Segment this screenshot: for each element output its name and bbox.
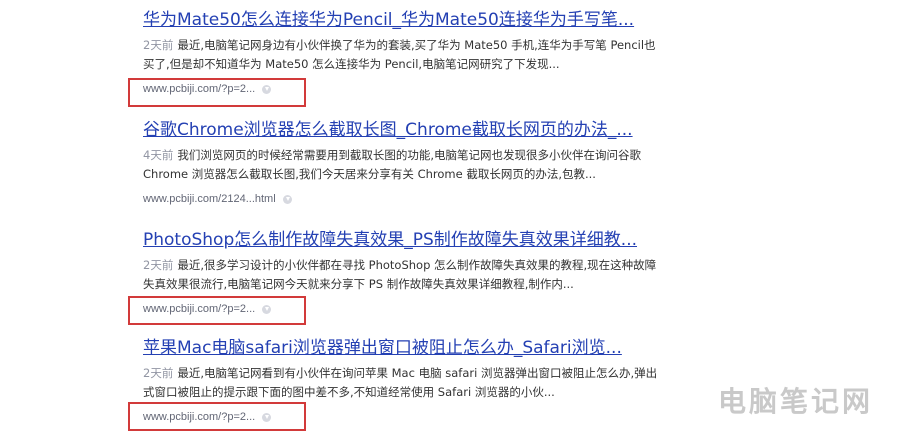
result-time: 2天前 (143, 38, 174, 52)
result-abstract-text: 我们浏览网页的时候经常需要用到截取长图的功能,电脑笔记网也发现很多小伙伴在询问谷… (143, 148, 641, 181)
search-result: 谷歌Chrome浏览器怎么截取长图_Chrome截取长网页的办法_... 4天前… (143, 118, 683, 208)
result-title-link[interactable]: PhotoShop怎么制作故障失真效果_PS制作故障失真效果详细教... (143, 228, 683, 252)
result-time: 2天前 (143, 258, 174, 272)
circle-chevron-down-icon[interactable] (282, 194, 292, 204)
result-abstract: 2天前 最近,电脑笔记网看到有小伙伴在询问苹果 Mac 电脑 safari 浏览器… (143, 364, 663, 402)
result-title-link[interactable]: 华为Mate50怎么连接华为Pencil_华为Mate50连接华为手写笔... (143, 8, 683, 32)
result-url[interactable]: www.pcbiji.com/2124...html (143, 193, 276, 205)
result-abstract: 2天前 最近,很多学习设计的小伙伴都在寻找 PhotoShop 怎么制作故障失真效… (143, 256, 663, 294)
result-title-link[interactable]: 谷歌Chrome浏览器怎么截取长图_Chrome截取长网页的办法_... (143, 118, 683, 142)
url-highlight-box (128, 402, 306, 431)
url-highlight-box (128, 296, 306, 325)
watermark-logo: 电脑笔记网 (718, 385, 874, 418)
result-abstract-text: 最近,电脑笔记网看到有小伙伴在询问苹果 Mac 电脑 safari 浏览器弹出窗… (143, 366, 658, 399)
result-title-link[interactable]: 苹果Mac电脑safari浏览器弹出窗口被阻止怎么办_Safari浏览... (143, 336, 683, 360)
result-time: 4天前 (143, 148, 174, 162)
result-time: 2天前 (143, 366, 174, 380)
url-highlight-box (128, 78, 306, 107)
result-abstract-text: 最近,电脑笔记网身边有小伙伴换了华为的套装,买了华为 Mate50 手机,连华为… (143, 38, 656, 71)
result-abstract: 4天前 我们浏览网页的时候经常需要用到截取长图的功能,电脑笔记网也发现很多小伙伴在… (143, 146, 663, 184)
result-url-line: www.pcbiji.com/2124...html (143, 190, 683, 208)
result-abstract-text: 最近,很多学习设计的小伙伴都在寻找 PhotoShop 怎么制作故障失真效果的教… (143, 258, 657, 291)
result-abstract: 2天前 最近,电脑笔记网身边有小伙伴换了华为的套装,买了华为 Mate50 手机,… (143, 36, 663, 74)
